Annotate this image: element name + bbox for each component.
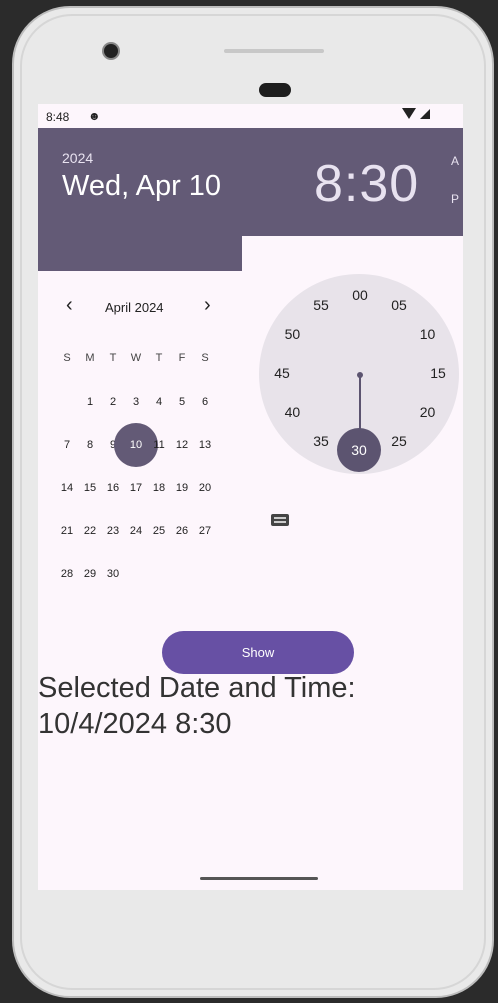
clock-minute-00[interactable]: 00	[347, 287, 373, 303]
day-cell[interactable]: 22	[79, 520, 101, 542]
weekday-label: M	[85, 352, 95, 364]
day-cell[interactable]: 30	[102, 563, 124, 585]
day-cell[interactable]: 17	[125, 477, 147, 499]
day-cell[interactable]: 11	[148, 434, 170, 456]
pm-toggle[interactable]: P	[451, 192, 459, 206]
front-camera	[104, 44, 118, 58]
day-cell[interactable]: 19	[171, 477, 193, 499]
result-line-1: Selected Date and Time:	[38, 672, 356, 704]
clock-minute-35[interactable]: 35	[308, 433, 334, 449]
chevron-left-icon[interactable]: ‹	[66, 294, 73, 317]
weekday-label: T	[155, 352, 163, 364]
day-cell[interactable]: 2	[102, 391, 124, 413]
day-cell[interactable]: 16	[102, 477, 124, 499]
clock-minute-55[interactable]: 55	[308, 297, 334, 313]
status-bar: 8:48 ☻	[38, 104, 463, 128]
signal-icon	[420, 109, 430, 119]
day-cell[interactable]: 8	[79, 434, 101, 456]
day-cell[interactable]: 26	[171, 520, 193, 542]
header-date[interactable]: Wed, Apr 10	[62, 168, 242, 205]
picker-header: 2024 Wed, Apr 10 8:30 A P	[38, 128, 463, 236]
day-cell[interactable]: 12	[171, 434, 193, 456]
day-selected[interactable]: 10	[125, 434, 147, 456]
proximity-sensor	[259, 83, 291, 97]
selected-minute: 30	[351, 442, 367, 458]
day-cell[interactable]: 14	[56, 477, 78, 499]
day-cell[interactable]: 18	[148, 477, 170, 499]
result-text: Selected Date and Time: 10/4/2024 8:30	[38, 670, 356, 742]
android-icon: ☻	[88, 109, 101, 123]
day-cell[interactable]: 23	[102, 520, 124, 542]
clock-minute-15[interactable]: 15	[425, 365, 451, 381]
clock-minute-20[interactable]: 20	[415, 404, 441, 420]
clock-minute-25[interactable]: 25	[386, 433, 412, 449]
weekday-label: F	[178, 352, 186, 364]
day-cell[interactable]: 5	[171, 391, 193, 413]
earpiece-speaker	[224, 49, 324, 53]
day-cell[interactable]: 1	[79, 391, 101, 413]
home-indicator[interactable]	[200, 877, 318, 880]
day-cell[interactable]: 25	[148, 520, 170, 542]
am-toggle[interactable]: A	[451, 154, 459, 168]
clock-face[interactable]: 00 05 10 15 20 25 35 40 45 50 55 30	[259, 274, 459, 474]
result-line-2: 10/4/2024 8:30	[38, 708, 232, 740]
weekday-label: S	[201, 352, 209, 364]
show-button[interactable]: Show	[162, 631, 354, 674]
weekday-label: T	[109, 352, 117, 364]
header-time[interactable]: 8:30	[314, 154, 419, 214]
clock-minute-50[interactable]: 50	[279, 326, 305, 342]
day-cell[interactable]: 27	[194, 520, 216, 542]
day-cell[interactable]: 13	[194, 434, 216, 456]
day-cell[interactable]: 24	[125, 520, 147, 542]
day-cell[interactable]: 20	[194, 477, 216, 499]
day-cell[interactable]: 21	[56, 520, 78, 542]
wifi-icon	[402, 108, 416, 119]
day-cell[interactable]: 3	[125, 391, 147, 413]
day-cell[interactable]: 4	[148, 391, 170, 413]
day-cell[interactable]: 6	[194, 391, 216, 413]
day-cell[interactable]: 15	[79, 477, 101, 499]
header-year[interactable]: 2024	[62, 150, 93, 166]
day-cell[interactable]: 29	[79, 563, 101, 585]
day-cell[interactable]: 7	[56, 434, 78, 456]
chevron-right-icon[interactable]: ›	[204, 294, 211, 317]
keyboard-icon[interactable]	[271, 514, 289, 526]
weekday-label: S	[63, 352, 71, 364]
clock-minute-10[interactable]: 10	[415, 326, 441, 342]
day-cell[interactable]: 28	[56, 563, 78, 585]
status-time: 8:48	[46, 110, 70, 124]
weekday-label: W	[130, 352, 142, 364]
clock-minute-05[interactable]: 05	[386, 297, 412, 313]
header-extension	[38, 236, 242, 271]
clock-minute-45[interactable]: 45	[269, 365, 295, 381]
clock-minute-40[interactable]: 40	[279, 404, 305, 420]
month-title: April 2024	[105, 300, 164, 315]
app-screen: 8:48 ☻ 2024 Wed, Apr 10 8:30 A P ‹ April…	[38, 104, 463, 890]
